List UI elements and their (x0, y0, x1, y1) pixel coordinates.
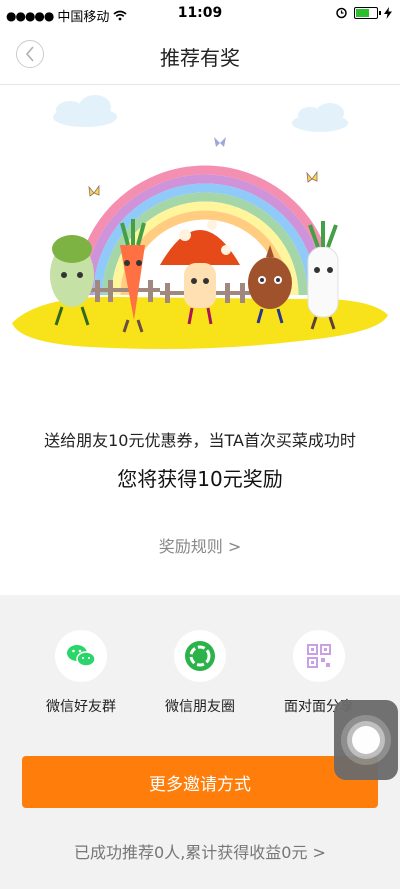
butterfly-icon (214, 137, 226, 147)
nav-bar: 推荐有奖 (0, 28, 400, 85)
status-bar: ●●●●● 中国移动 11:09 (0, 0, 400, 28)
qrcode-icon (307, 644, 331, 668)
hero-section: 送给朋友10元优惠券，当TA首次买菜成功时 您将获得10元奖励 奖励规则 > (0, 85, 400, 595)
reward-headline: 您将获得10元奖励 (117, 467, 283, 491)
share-wechat-moments[interactable]: 微信朋友圈 (145, 630, 255, 716)
reward-description: 送给朋友10元优惠券，当TA首次买菜成功时 (44, 431, 356, 450)
more-invite-button[interactable]: 更多邀请方式 (22, 756, 378, 808)
alarm-icon (336, 7, 347, 19)
rainbow-vegetables-illustration (12, 95, 388, 349)
share-moments-circle (174, 630, 226, 682)
moments-icon (185, 641, 215, 671)
share-qrcode-circle (293, 630, 345, 682)
share-wechat-label: 微信好友群 (46, 699, 116, 715)
wechat-icon (67, 645, 96, 667)
battery-icon (354, 6, 381, 19)
cloud-left (53, 95, 117, 127)
radish-character (307, 221, 339, 330)
cloud-right (292, 103, 348, 132)
share-moments-label: 微信朋友圈 (165, 699, 235, 715)
status-right (335, 6, 392, 19)
reward-rules-link[interactable]: 奖励规则 > (0, 533, 400, 557)
referral-summary-link[interactable]: 已成功推荐0人,累计获得收益0元 > (0, 839, 400, 863)
page-title: 推荐有奖 (160, 46, 240, 70)
charging-icon (384, 6, 392, 19)
share-wechat-group[interactable]: 微信好友群 (26, 630, 136, 716)
share-wechat-circle (55, 630, 107, 682)
assistive-touch-button[interactable] (334, 700, 398, 780)
